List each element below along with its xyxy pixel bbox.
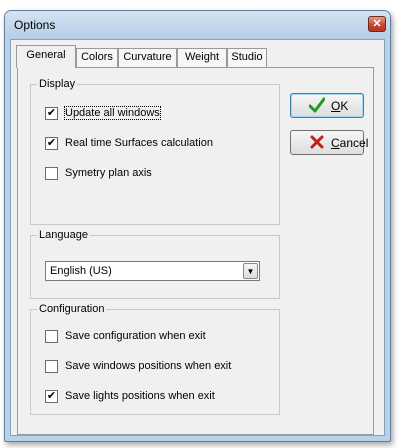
title-bar[interactable]: Options ✕ <box>5 11 390 39</box>
dialog-client-area: General Colors Curvature Weight Studio D… <box>10 39 385 436</box>
save-lights-positions-label: Save lights positions when exit <box>65 390 215 402</box>
symetry-plan-axis-checkbox[interactable] <box>45 167 58 180</box>
configuration-group: Configuration Save configuration when ex… <box>30 303 280 415</box>
save-lights-positions-checkbox[interactable]: ✔ <box>45 390 58 403</box>
realtime-surfaces-label: Real time Surfaces calculation <box>65 137 213 149</box>
close-icon: ✕ <box>372 18 382 30</box>
save-configuration-checkbox[interactable] <box>45 330 58 343</box>
update-all-windows-label: Update all windows <box>64 106 161 120</box>
configuration-group-title: Configuration <box>37 303 107 315</box>
cancel-button-label: Cancel <box>331 136 369 150</box>
language-select[interactable]: English (US) ▼ <box>45 261 260 281</box>
close-button[interactable]: ✕ <box>368 16 386 32</box>
tab-weight[interactable]: Weight <box>177 48 227 67</box>
checkmark-icon <box>309 97 325 113</box>
display-group-title: Display <box>37 78 78 90</box>
chevron-down-icon[interactable]: ▼ <box>243 263 258 279</box>
x-icon <box>310 135 324 149</box>
display-group: Display ✔ Update all windows ✔ Real time… <box>30 78 280 225</box>
language-select-value: English (US) <box>50 265 112 277</box>
language-group: Language English (US) ▼ <box>30 229 280 299</box>
save-configuration-label: Save configuration when exit <box>65 330 206 342</box>
ok-button[interactable]: OK <box>290 93 364 118</box>
window-title: Options <box>14 18 56 32</box>
tab-general[interactable]: General <box>16 45 76 68</box>
save-windows-positions-label: Save windows positions when exit <box>65 360 232 372</box>
tab-studio[interactable]: Studio <box>227 48 267 67</box>
language-group-title: Language <box>37 229 90 241</box>
ok-button-label: OK <box>331 99 349 113</box>
symetry-plan-axis-label: Symetry plan axis <box>65 167 152 179</box>
update-all-windows-checkbox[interactable]: ✔ <box>45 107 58 120</box>
options-dialog: Options ✕ General Colors Curvature Weigh… <box>4 10 391 442</box>
tab-colors[interactable]: Colors <box>76 48 118 67</box>
general-tab-page: Display ✔ Update all windows ✔ Real time… <box>17 67 374 435</box>
cancel-button[interactable]: Cancel <box>290 130 368 155</box>
tab-curvature[interactable]: Curvature <box>118 48 177 67</box>
save-windows-positions-checkbox[interactable] <box>45 360 58 373</box>
realtime-surfaces-checkbox[interactable]: ✔ <box>45 137 58 150</box>
